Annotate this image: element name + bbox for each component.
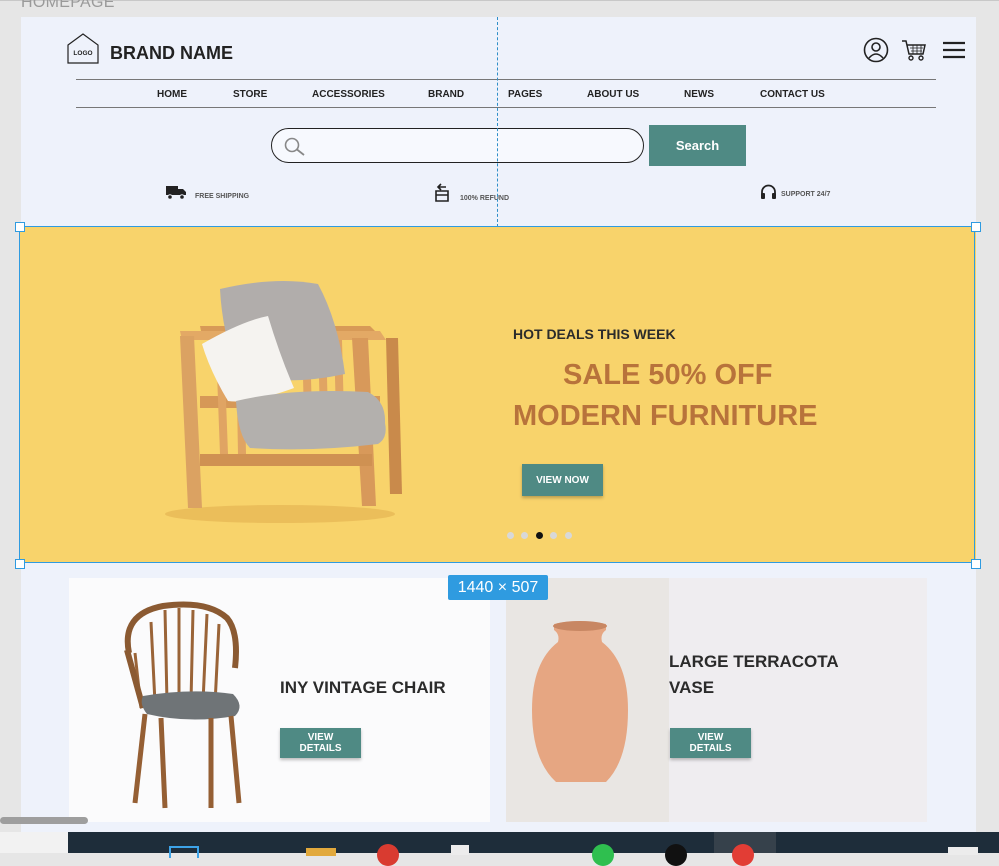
nav-item-home[interactable]: HOME bbox=[157, 89, 187, 100]
menu-icon[interactable] bbox=[941, 37, 967, 63]
cart-icon[interactable] bbox=[901, 37, 927, 63]
search-input[interactable] bbox=[314, 135, 638, 157]
carousel-dot[interactable] bbox=[565, 532, 572, 539]
nav-item-about-us[interactable]: ABOUT US bbox=[587, 89, 639, 100]
feature-label: SUPPORT 24/7 bbox=[781, 191, 831, 198]
resize-handle[interactable] bbox=[15, 222, 25, 232]
resize-handle[interactable] bbox=[971, 559, 981, 569]
nav-item-accessories[interactable]: ACCESSORIES bbox=[312, 89, 385, 100]
app-icon[interactable] bbox=[592, 844, 614, 866]
carousel-dot[interactable] bbox=[550, 532, 557, 539]
feature-label: 100% REFUND bbox=[460, 195, 510, 202]
hero-banner[interactable]: HOT DEALS THIS WEEK SALE 50% OFF MODERN … bbox=[20, 226, 976, 563]
view-details-button[interactable]: VIEW DETAILS bbox=[670, 728, 751, 758]
app-icon[interactable] bbox=[169, 846, 199, 858]
homepage-artboard[interactable]: LOGO BRAND NAME HOME STORE ACCESSORIES B… bbox=[20, 17, 976, 837]
search-box bbox=[271, 128, 644, 163]
layout-guide-line bbox=[497, 17, 498, 227]
carousel-dot-active[interactable] bbox=[536, 532, 543, 539]
product-title-line: VASE bbox=[669, 678, 715, 697]
resize-handle[interactable] bbox=[15, 559, 25, 569]
product-card-vase[interactable]: LARGE TERRACOTA VASE VIEW DETAILS bbox=[506, 578, 927, 822]
taskbar-start-area[interactable] bbox=[0, 832, 68, 853]
search-button[interactable]: Search bbox=[649, 125, 746, 166]
view-now-button[interactable]: VIEW NOW bbox=[522, 464, 603, 496]
terracotta-vase-image bbox=[532, 621, 628, 782]
logo-icon[interactable]: LOGO bbox=[67, 32, 99, 64]
product-title: INY VINTAGE CHAIR bbox=[280, 678, 446, 697]
vintage-chair-image bbox=[124, 601, 242, 809]
nav-item-brand[interactable]: BRAND bbox=[428, 89, 464, 100]
hero-eyebrow: HOT DEALS THIS WEEK bbox=[513, 326, 676, 342]
hero-headline-product: MODERN FURNITURE bbox=[513, 400, 818, 432]
document-icon[interactable] bbox=[451, 845, 469, 855]
app-icon[interactable] bbox=[948, 847, 978, 855]
app-icon[interactable] bbox=[732, 844, 754, 866]
product-title-line: LARGE TERRACOTA bbox=[669, 652, 839, 671]
carousel-dot[interactable] bbox=[507, 532, 514, 539]
nav-item-contact-us[interactable]: CONTACT US bbox=[760, 89, 825, 100]
view-details-button[interactable]: VIEW DETAILS bbox=[280, 728, 361, 758]
hero-headline-sale: SALE 50% OFF bbox=[563, 359, 773, 391]
folder-icon[interactable] bbox=[306, 848, 336, 856]
horizontal-scrollbar[interactable] bbox=[0, 817, 88, 824]
os-taskbar bbox=[0, 832, 999, 866]
product-title: LARGE TERRACOTA VASE bbox=[669, 649, 839, 701]
main-nav: HOME STORE ACCESSORIES BRAND PAGES ABOUT… bbox=[76, 79, 936, 108]
canvas-top-border bbox=[0, 0, 999, 1]
logo-text: LOGO bbox=[73, 50, 92, 57]
app-icon[interactable] bbox=[377, 844, 399, 866]
refund-icon bbox=[435, 183, 449, 202]
brand-name[interactable]: BRAND NAME bbox=[110, 43, 233, 64]
resize-handle[interactable] bbox=[971, 222, 981, 232]
search-icon bbox=[284, 137, 305, 156]
site-header: LOGO BRAND NAME HOME STORE ACCESSORIES B… bbox=[21, 17, 976, 227]
truck-icon bbox=[166, 186, 186, 200]
user-icon[interactable] bbox=[863, 37, 889, 63]
dimension-badge: 1440 × 507 bbox=[448, 575, 548, 600]
carousel-dot[interactable] bbox=[521, 532, 528, 539]
feature-label: FREE SHIPPING bbox=[195, 193, 250, 200]
nav-item-news[interactable]: NEWS bbox=[684, 89, 714, 100]
armchair-image bbox=[165, 280, 402, 523]
nav-item-pages[interactable]: PAGES bbox=[508, 89, 542, 100]
nav-item-store[interactable]: STORE bbox=[233, 89, 267, 100]
headset-icon bbox=[761, 184, 776, 199]
artboard-label[interactable]: HOMEPAGE bbox=[21, 0, 115, 12]
product-card-chair[interactable]: INY VINTAGE CHAIR VIEW DETAILS bbox=[69, 578, 490, 822]
app-icon[interactable] bbox=[665, 844, 687, 866]
